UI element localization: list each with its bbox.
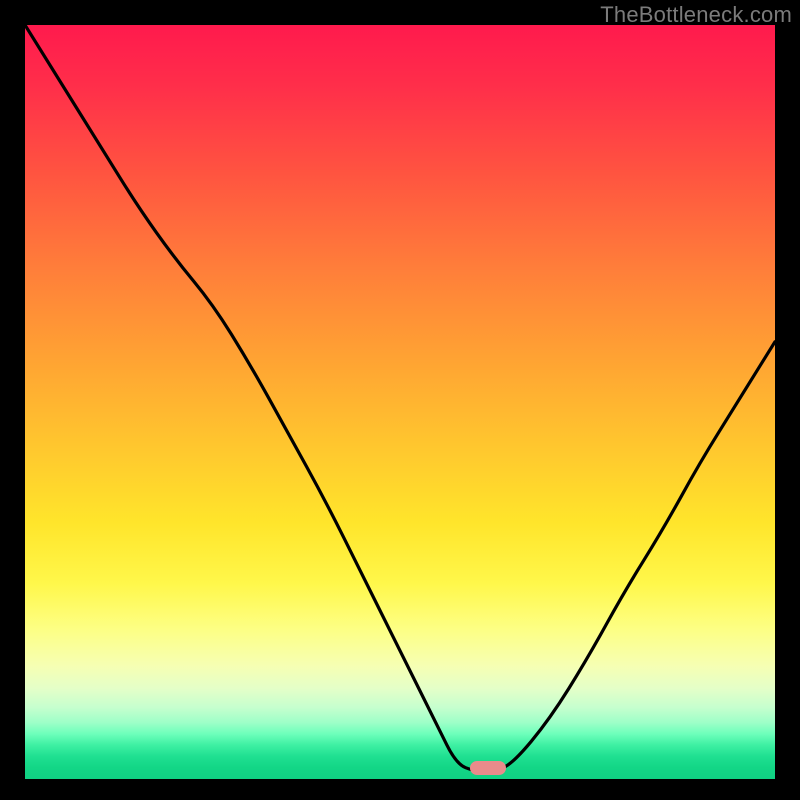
bottleneck-curve — [25, 25, 775, 779]
curve-line — [25, 25, 775, 772]
watermark-text: TheBottleneck.com — [600, 2, 792, 28]
optimal-point-marker — [470, 761, 506, 775]
gradient-plot-area — [25, 25, 775, 779]
